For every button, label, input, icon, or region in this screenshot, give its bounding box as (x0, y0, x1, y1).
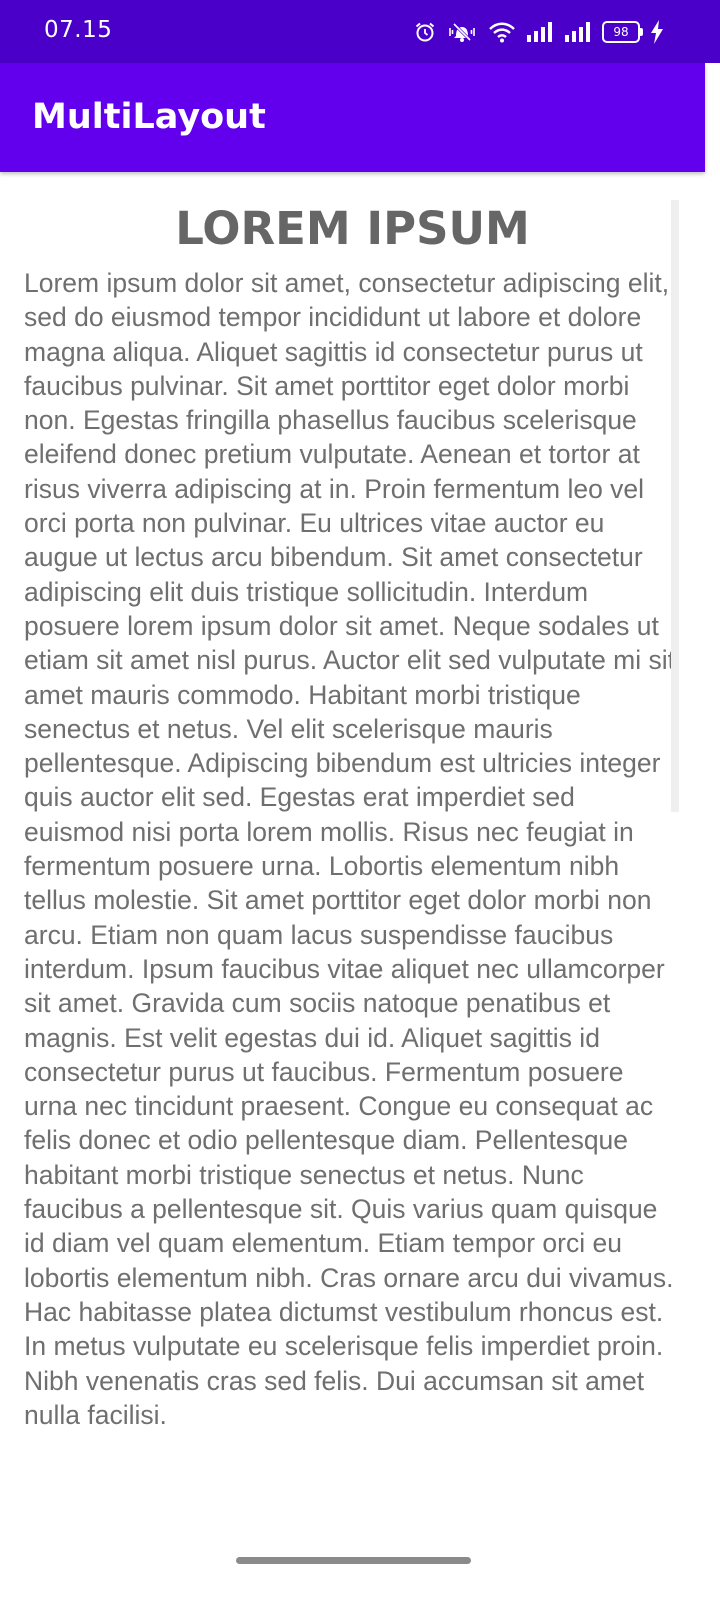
app-bar: MultiLayout (0, 63, 705, 172)
wifi-icon (488, 21, 516, 43)
scrollbar[interactable] (671, 200, 679, 812)
charging-icon (650, 20, 664, 44)
signal-icon (564, 21, 592, 43)
body-text: Lorem ipsum dolor sit amet, consectetur … (24, 268, 675, 1430)
status-icons: 98 (414, 18, 664, 46)
battery-level: 98 (613, 25, 629, 39)
battery-icon: 98 (602, 21, 643, 43)
app-title: MultiLayout (32, 97, 266, 137)
home-indicator[interactable] (236, 1557, 471, 1564)
scroll-content[interactable]: LOREM IPSUM Lorem ipsum dolor sit amet, … (0, 172, 720, 1544)
status-bar: 07.15 98 (0, 0, 720, 63)
status-time: 07.15 (44, 17, 113, 43)
alarm-icon (414, 21, 436, 43)
vibrate-icon (446, 21, 478, 43)
page-heading: LOREM IPSUM (175, 202, 530, 255)
signal-icon (526, 21, 554, 43)
